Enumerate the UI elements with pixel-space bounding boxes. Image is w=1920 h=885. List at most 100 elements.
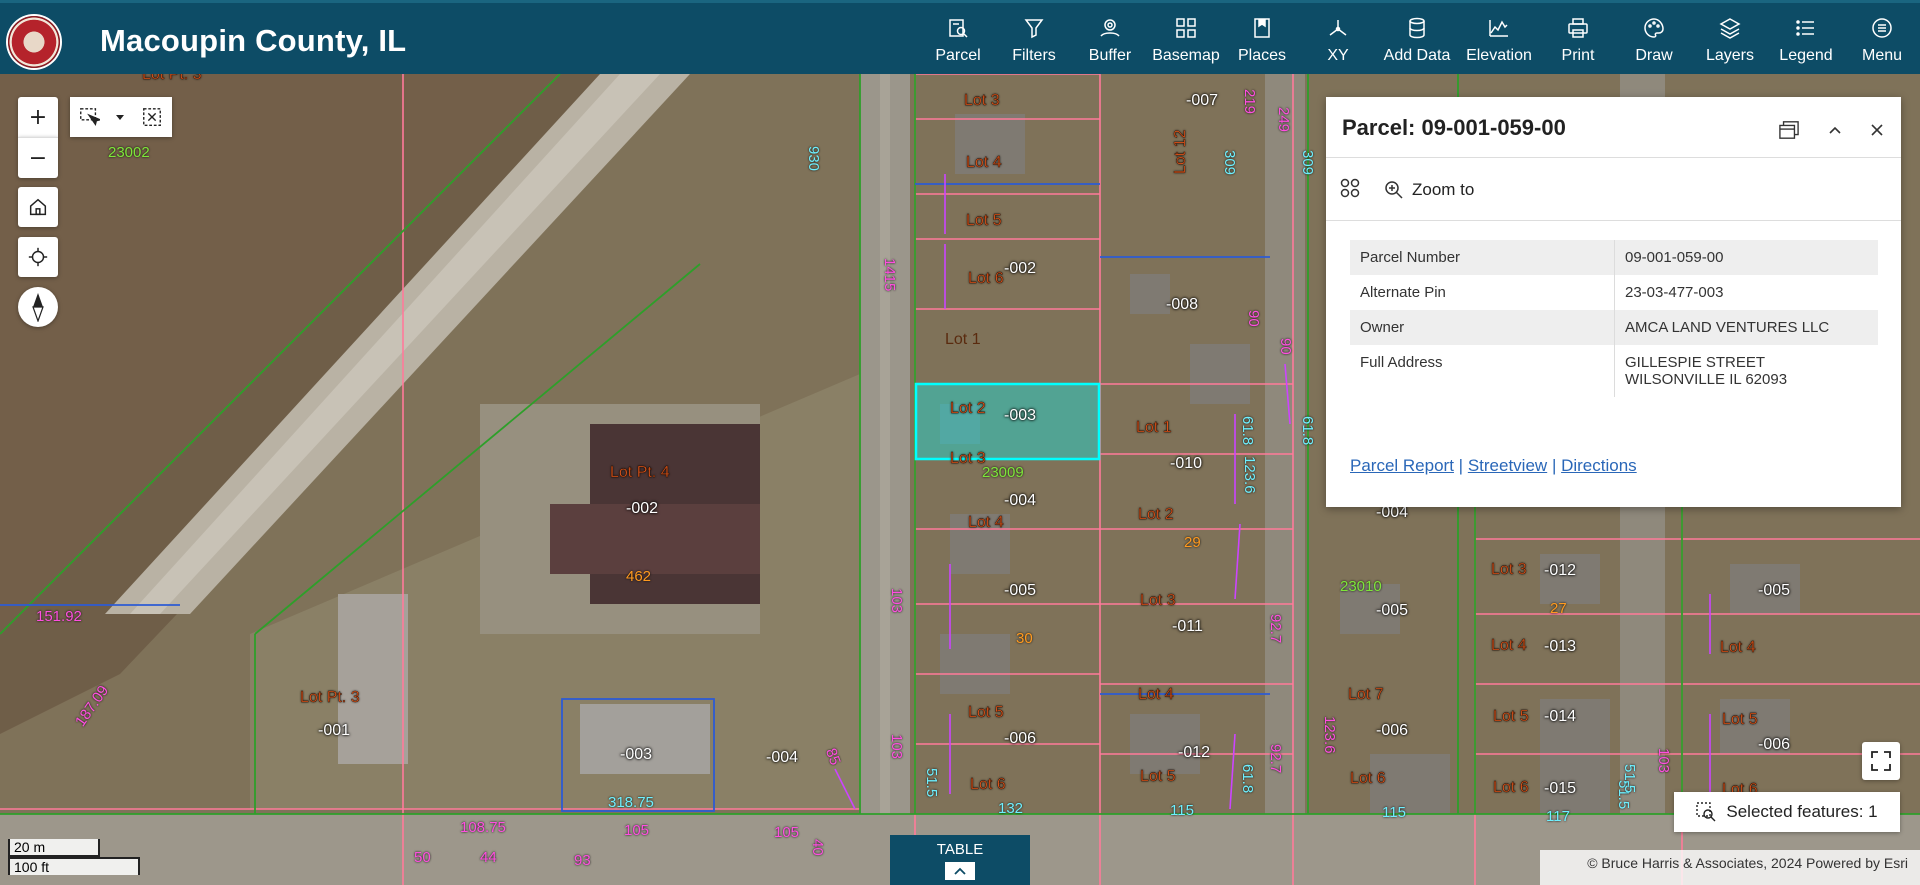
clear-selection-button[interactable] xyxy=(132,97,172,137)
draw-label: Draw xyxy=(1635,47,1673,64)
xy-button[interactable]: XY xyxy=(1300,3,1376,77)
expand-table-button[interactable] xyxy=(945,862,975,880)
bookmark-icon xyxy=(1254,18,1270,38)
close-popup-button[interactable] xyxy=(1862,115,1892,145)
pin-label: -006 xyxy=(1376,722,1409,739)
zoom-in-magnifier-icon xyxy=(1385,181,1403,199)
buffer-button[interactable]: Buffer xyxy=(1072,3,1148,77)
scale-metric: 20 m xyxy=(8,839,100,857)
menu-button[interactable]: Menu xyxy=(1844,3,1920,77)
address-label: 462 xyxy=(626,568,652,585)
locate-button[interactable] xyxy=(18,237,58,277)
select-mode-dropdown[interactable] xyxy=(108,97,132,137)
dock-icon xyxy=(1779,121,1799,139)
layers-label: Layers xyxy=(1705,47,1755,64)
compass-button[interactable] xyxy=(18,287,58,327)
printer-icon xyxy=(1568,18,1588,38)
xy-coordinate-icon xyxy=(1329,20,1347,36)
dimension-label: 44 xyxy=(480,849,497,866)
lot-label: Lot 6 xyxy=(1350,770,1386,787)
pin-label: -006 xyxy=(1758,736,1791,753)
dimension-label: 92.7 xyxy=(1267,744,1284,774)
lot-label: Lot 12 xyxy=(1172,129,1189,174)
selected-features-button[interactable]: Selected features: 1 xyxy=(1674,792,1900,832)
pin-label: -015 xyxy=(1544,780,1577,797)
apps-grid-icon xyxy=(1340,178,1360,198)
field-value: 23-03-477-003 xyxy=(1625,284,1724,301)
select-rectangle-icon xyxy=(80,108,100,126)
selection-search-icon xyxy=(1696,802,1716,822)
map-view[interactable]: Lot Pt. 3 Lot 3 Lot 4 Lot 5 Lot 6 Lot 1 … xyxy=(0,74,1920,885)
dock-popup-button[interactable] xyxy=(1774,115,1804,145)
home-button[interactable] xyxy=(18,187,58,227)
lot-label: Lot 3 xyxy=(1491,561,1527,578)
elevation-profile-icon xyxy=(1489,20,1508,37)
layers-button[interactable]: Layers xyxy=(1692,3,1768,77)
collapse-popup-button[interactable] xyxy=(1820,115,1850,145)
link-separator: | xyxy=(1551,456,1557,475)
directions-link[interactable]: Directions xyxy=(1561,456,1637,475)
fullscreen-button[interactable] xyxy=(1862,742,1900,780)
map-attribution: © Bruce Harris & Associates, 2024 Powere… xyxy=(1540,850,1920,885)
parcel-report-link[interactable]: Parcel Report xyxy=(1350,456,1454,475)
lot-label: Lot 6 xyxy=(968,270,1004,287)
legend-button[interactable]: Legend xyxy=(1768,3,1844,77)
dimension-label: 61.8 xyxy=(1239,764,1256,794)
parcel-attributes-table: Parcel Number 09-001-059-00 Alternate Pin… xyxy=(1350,240,1878,397)
lot-label: Lot 6 xyxy=(1493,779,1529,796)
caret-down-icon xyxy=(116,115,124,120)
basemap-grid-icon xyxy=(1176,18,1196,38)
print-button[interactable]: Print xyxy=(1540,3,1616,77)
popup-title: Parcel: 09-001-059-00 xyxy=(1342,115,1566,140)
home-icon xyxy=(29,198,47,216)
streetview-link[interactable]: Streetview xyxy=(1468,456,1547,475)
select-by-rectangle-button[interactable] xyxy=(70,97,108,137)
lot-label: Lot 5 xyxy=(1493,708,1529,725)
lot-label: Lot 7 xyxy=(1348,686,1384,703)
locate-crosshair-icon xyxy=(28,247,48,267)
clear-selection-icon xyxy=(143,108,161,126)
county-seal-logo xyxy=(8,16,60,68)
field-value: GILLESPIE STREET WILSONVILLE IL 62093 xyxy=(1625,354,1788,388)
pin-label: -003 xyxy=(620,746,653,763)
dimension-label: 123.6 xyxy=(1241,456,1258,494)
elevation-button[interactable]: Elevation xyxy=(1458,3,1540,77)
lot-label: Lot 5 xyxy=(1722,711,1758,728)
filters-label: Filters xyxy=(1012,47,1056,64)
popup-links: Parcel Report | Streetview | Directions xyxy=(1350,456,1637,476)
zoom-out-button[interactable]: − xyxy=(18,137,58,178)
basemap-button[interactable]: Basemap xyxy=(1148,3,1224,77)
dimension-label: 115 xyxy=(1170,802,1194,819)
dimension-label: 219 xyxy=(1241,89,1258,115)
more-actions-button[interactable] xyxy=(1338,176,1366,204)
add-data-button[interactable]: Add Data xyxy=(1376,3,1458,77)
zoom-to-button[interactable]: Zoom to xyxy=(1384,176,1474,204)
buffer-label: Buffer xyxy=(1088,47,1132,64)
filters-button[interactable]: Filters xyxy=(996,3,1072,77)
dimension-label: 309 xyxy=(1299,150,1316,176)
address-label: 29 xyxy=(1184,534,1201,551)
dimension-label: 123.6 xyxy=(1321,716,1338,754)
parcel-label: Parcel xyxy=(935,47,981,64)
zoom-in-button[interactable]: + xyxy=(18,97,58,137)
dimension-label: 105 xyxy=(624,822,650,839)
places-button[interactable]: Places xyxy=(1224,3,1300,77)
dimension-label: 50 xyxy=(414,849,431,866)
table-tab-label: TABLE xyxy=(936,841,984,858)
close-icon xyxy=(1871,124,1883,136)
pin-label: -008 xyxy=(1166,296,1199,313)
app-title: Macoupin County, IL xyxy=(100,23,407,58)
pin-label: -011 xyxy=(1172,618,1203,635)
field-key: Alternate Pin xyxy=(1350,275,1615,310)
menu-icon xyxy=(1872,18,1892,38)
field-value: AMCA LAND VENTURES LLC xyxy=(1614,310,1878,345)
lot-label-selected: Lot 1 xyxy=(945,331,981,348)
xy-label: XY xyxy=(1327,47,1349,64)
link-separator: | xyxy=(1458,456,1464,475)
parcel-button[interactable]: Parcel xyxy=(920,3,996,77)
table-toggle-tab[interactable]: TABLE xyxy=(890,835,1030,885)
table-row: Owner AMCA LAND VENTURES LLC xyxy=(1350,310,1878,345)
dimension-label: 105 xyxy=(774,824,800,841)
elevation-label: Elevation xyxy=(1466,47,1532,64)
draw-button[interactable]: Draw xyxy=(1616,3,1692,77)
